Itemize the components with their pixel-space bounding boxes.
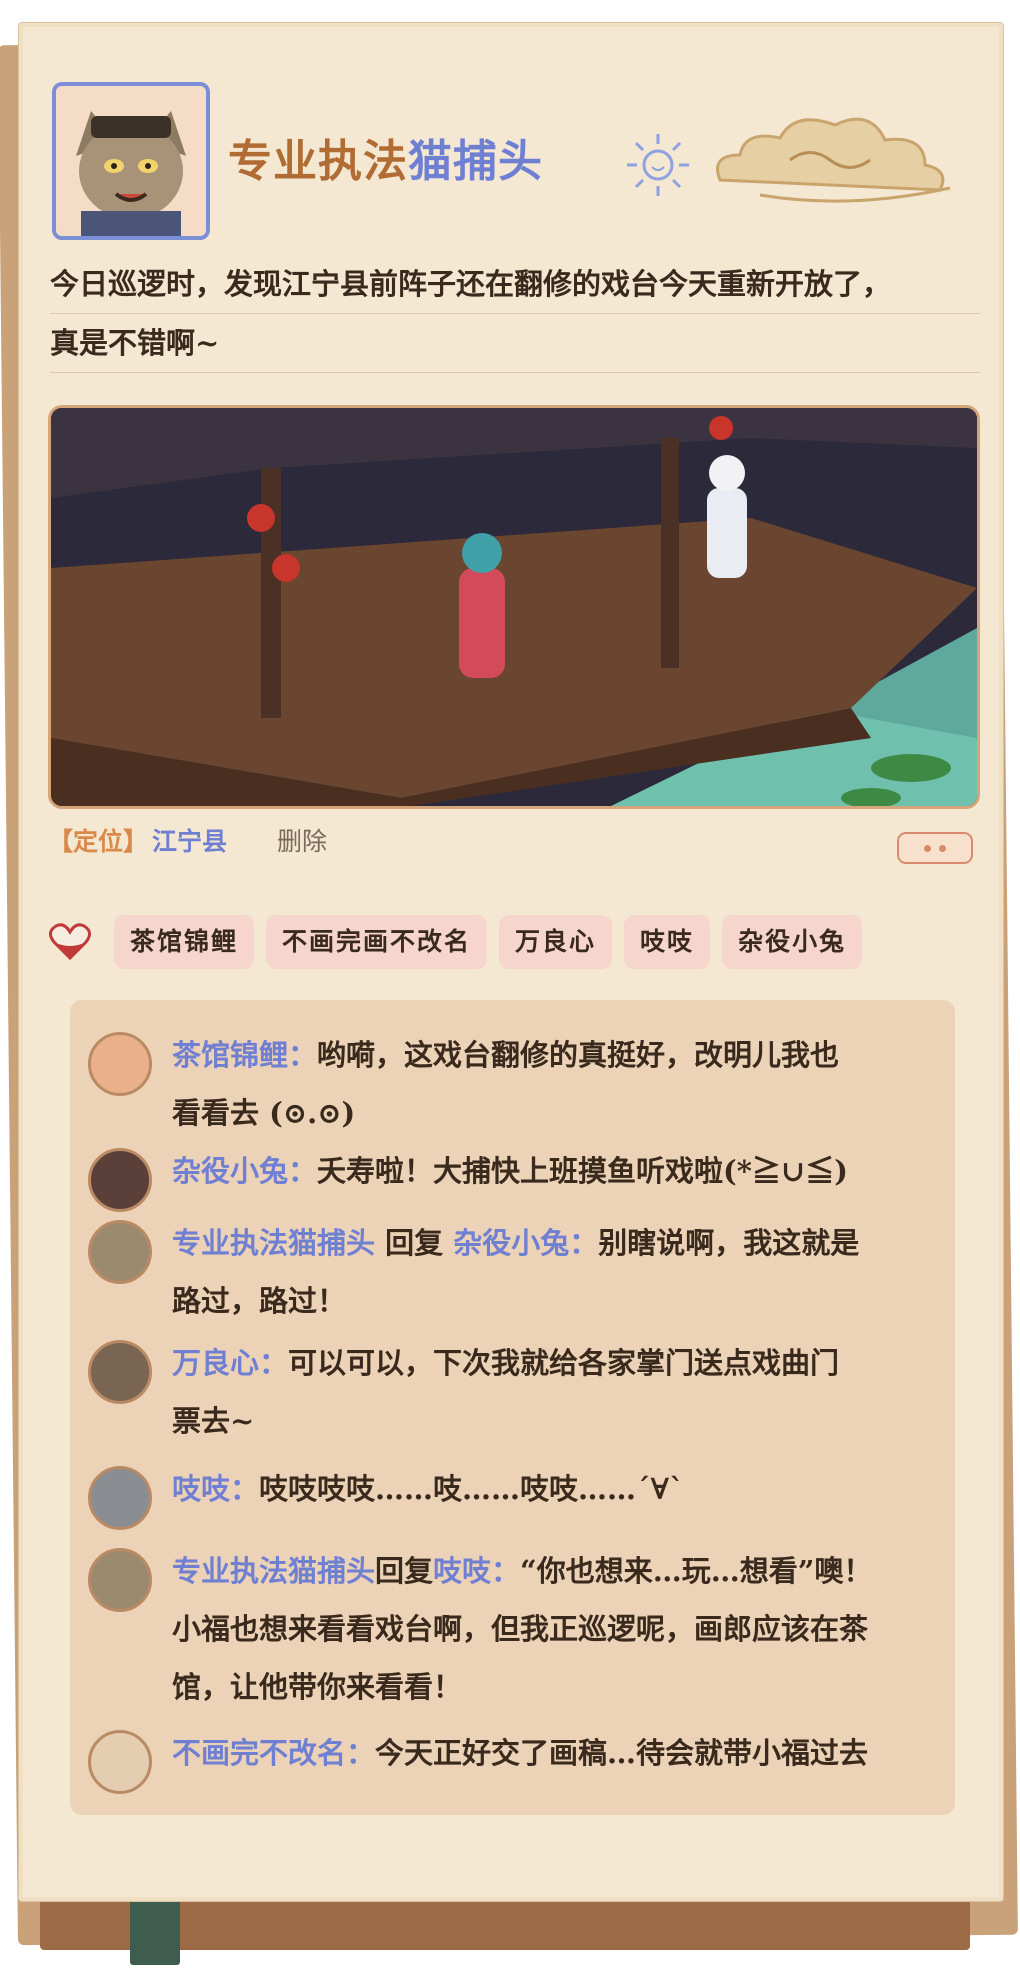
comment-item: 万良心：可以可以，下次我就给各家掌门送点戏曲门 票去~ — [88, 1340, 938, 1450]
comment-body: 票去~ — [172, 1404, 255, 1438]
like-user-chip[interactable]: 不画完画不改名 — [266, 915, 488, 969]
commenter-name[interactable]: 专业执法猫捕头 — [172, 1554, 375, 1588]
author-name-highlight: 猫 — [408, 136, 453, 187]
author-name[interactable]: 专业执法猫捕头 — [228, 125, 543, 189]
comment-item: 专业执法猫捕头回复吱吱：“你也想来…玩…想看”噢！ 小福也想来看看戏台啊，但我正… — [88, 1548, 938, 1716]
post-text-line: 今日巡逻时，发现江宁县前阵子还在翻修的戏台今天重新开放了， — [50, 255, 980, 314]
author-name-part: 捕头 — [453, 136, 543, 187]
comment-text: 茶馆锦鲤：哟嗬，这戏台翻修的真挺好，改明儿我也 看看去 (⊙.⊙) — [172, 1026, 839, 1142]
rabbit-avatar[interactable] — [88, 1148, 152, 1212]
more-dot-icon — [924, 844, 931, 852]
location-tag: 【定位】 — [48, 827, 149, 856]
painter-avatar[interactable] — [88, 1730, 152, 1794]
commenter-name[interactable]: 专业执法猫捕头 — [172, 1226, 375, 1260]
comment-body: 哟嗬，这戏台翻修的真挺好，改明儿我也 — [317, 1038, 840, 1072]
comment-text: 专业执法猫捕头 回复 杂役小兔：别瞎说啊，我这就是 路过，路过！ — [172, 1214, 859, 1330]
like-user-chip[interactable]: 吱吱 — [624, 915, 711, 969]
comments-panel: 茶馆锦鲤：哟嗬，这戏台翻修的真挺好，改明儿我也 看看去 (⊙.⊙) 杂役小兔：夭… — [70, 1000, 955, 1815]
commenter-name[interactable]: 杂役小兔： — [172, 1154, 317, 1188]
location-link[interactable]: 江宁县 — [152, 827, 227, 856]
comment-text: 不画完不改名：今天正好交了画稿…待会就带小福过去 — [172, 1724, 868, 1794]
more-dot-icon — [939, 844, 946, 852]
comment-item: 专业执法猫捕头 回复 杂役小兔：别瞎说啊，我这就是 路过，路过！ — [88, 1220, 938, 1330]
reply-target-name[interactable]: 吱吱： — [433, 1554, 520, 1588]
comment-item: 茶馆锦鲤：哟嗬，这戏台翻修的真挺好，改明儿我也 看看去 (⊙.⊙) — [88, 1032, 938, 1142]
comment-text: 万良心：可以可以，下次我就给各家掌门送点戏曲门 票去~ — [172, 1334, 839, 1450]
comment-body: 路过，路过！ — [172, 1284, 347, 1318]
likes-row: 茶馆锦鲤 不画完画不改名 万良心 吱吱 杂役小兔 — [48, 915, 874, 969]
more-options-button[interactable] — [897, 832, 973, 864]
cat-constable-avatar-icon — [56, 86, 206, 236]
comment-body: 可以可以，下次我就给各家掌门送点戏曲门 — [288, 1346, 840, 1380]
heart-icon[interactable] — [48, 920, 92, 964]
comment-text: 吱吱：吱吱吱吱……吱……吱吱……´∀` — [172, 1460, 684, 1530]
cat-constable-avatar[interactable] — [88, 1548, 152, 1612]
commenter-name[interactable]: 吱吱： — [172, 1472, 259, 1506]
post-image[interactable] — [48, 405, 980, 809]
comment-item: 吱吱：吱吱吱吱……吱……吱吱……´∀` — [88, 1466, 938, 1530]
comment-body: “你也想来…玩…想看”噢！ — [520, 1554, 873, 1588]
comment-body: 吱吱吱吱……吱……吱吱……´∀` — [259, 1472, 684, 1506]
cat-constable-avatar[interactable] — [88, 1220, 152, 1284]
like-user-chip[interactable]: 杂役小兔 — [722, 915, 863, 969]
like-user-chip[interactable]: 万良心 — [499, 915, 613, 969]
comment-body: 夭寿啦！大捕快上班摸鱼听戏啦(*≧∪≦) — [317, 1154, 848, 1188]
delete-button[interactable]: 删除 — [277, 827, 327, 856]
sun-icon — [627, 134, 689, 196]
reply-label: 回复 — [375, 1226, 454, 1260]
reply-target-name[interactable]: 杂役小兔： — [453, 1226, 598, 1260]
comment-item: 杂役小兔：夭寿啦！大捕快上班摸鱼听戏啦(*≧∪≦) — [88, 1148, 938, 1212]
comment-body: 别瞎说啊，我这就是 — [598, 1226, 860, 1260]
author-name-part: 专业执法 — [228, 136, 408, 187]
comment-text: 杂役小兔：夭寿啦！大捕快上班摸鱼听戏啦(*≧∪≦) — [172, 1142, 848, 1212]
wanliangxin-avatar[interactable] — [88, 1340, 152, 1404]
comment-item: 不画完不改名：今天正好交了画稿…待会就带小福过去 — [88, 1730, 938, 1794]
comment-text: 专业执法猫捕头回复吱吱：“你也想来…玩…想看”噢！ 小福也想来看看戏台啊，但我正… — [172, 1542, 872, 1716]
post-content: 今日巡逻时，发现江宁县前阵子还在翻修的戏台今天重新开放了， 真是不错啊~ — [50, 255, 980, 373]
reply-label: 回复 — [375, 1554, 434, 1588]
comment-body: 小福也想来看看戏台啊，但我正巡逻呢，画郎应该在茶 — [172, 1612, 869, 1646]
post-meta: 【定位】 江宁县 删除 — [48, 822, 327, 858]
like-user-chip[interactable]: 茶馆锦鲤 — [114, 915, 255, 969]
commenter-name[interactable]: 不画完不改名： — [172, 1736, 375, 1770]
post-text-line: 真是不错啊~ — [50, 314, 980, 373]
zhizhi-avatar[interactable] — [88, 1466, 152, 1530]
cloud-icon — [716, 117, 951, 203]
comment-body: 看看去 (⊙.⊙) — [172, 1096, 356, 1130]
commenter-name[interactable]: 茶馆锦鲤： — [172, 1038, 317, 1072]
author-avatar[interactable] — [52, 82, 210, 240]
comment-body: 今天正好交了画稿…待会就带小福过去 — [375, 1736, 869, 1770]
comment-body: 馆，让他带你来看看！ — [172, 1670, 463, 1704]
bookmark-ribbon — [130, 1895, 180, 1965]
commenter-name[interactable]: 万良心： — [172, 1346, 288, 1380]
koi-avatar[interactable] — [88, 1032, 152, 1096]
theater-stage-scene-image — [51, 408, 977, 806]
